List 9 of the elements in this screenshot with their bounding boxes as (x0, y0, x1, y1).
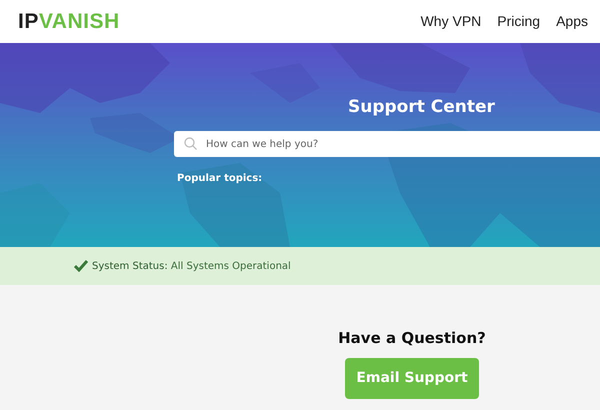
search-field[interactable]: How can we help you? (174, 131, 600, 158)
nav-link[interactable]: Pricing (497, 11, 540, 32)
system-status-text: System Status: All Systems Operational (92, 260, 291, 274)
nav-link[interactable]: Why VPN (420, 11, 482, 32)
nav-link[interactable]: Apps (556, 11, 588, 32)
popular-topics-label: Popular topics: (177, 172, 262, 186)
page-title: Support Center (348, 97, 496, 118)
section-heading: Have a Question? (338, 328, 486, 349)
logo[interactable]: IPVANISH (18, 6, 120, 38)
